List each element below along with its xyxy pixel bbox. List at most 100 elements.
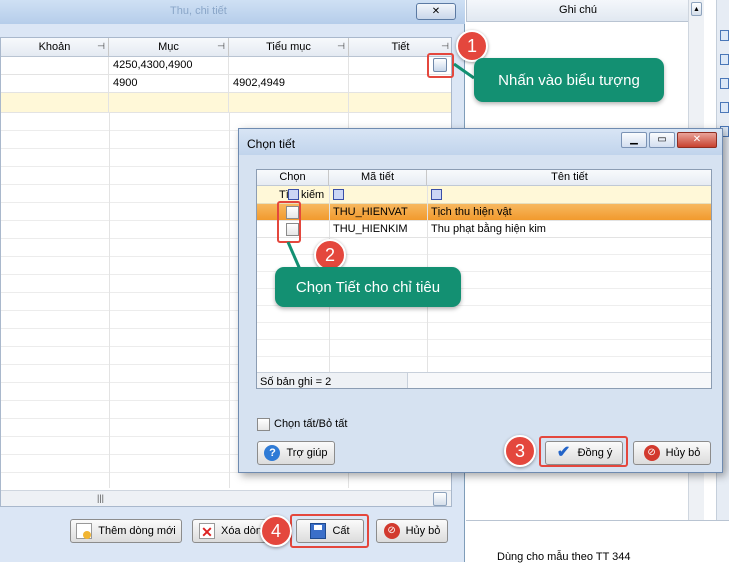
maximize-button[interactable]: ▭	[649, 132, 675, 148]
step1-callout: Nhấn vào biểu tượng	[474, 58, 664, 102]
dialog-cancel-button[interactable]: ⊘ Hủy bỏ	[633, 441, 711, 465]
table-row[interactable]: 4250,4300,4900	[1, 57, 451, 75]
pin-icon[interactable]: ⊣	[337, 41, 345, 52]
step1-text: Nhấn vào biểu tượng	[498, 71, 640, 89]
maximize-icon: ▭	[657, 134, 667, 145]
step2-number: 2	[324, 244, 335, 265]
step1-number: 1	[466, 35, 477, 56]
filter-icon[interactable]	[333, 189, 344, 200]
cell-khoan	[1, 57, 109, 74]
record-count-bar: Số bản ghi = 2	[257, 372, 711, 388]
cell-khoan	[1, 75, 109, 92]
column-header-label: Tên tiết	[551, 171, 588, 183]
minimize-icon: ▁	[630, 134, 638, 145]
scrollbar-grip-icon[interactable]: |||	[97, 493, 104, 503]
column-header-label: Mã tiết	[360, 171, 394, 183]
tiet-code: THU_HIENKIM	[333, 223, 408, 235]
minimize-button[interactable]: ▁	[621, 132, 647, 148]
close-icon: ✕	[692, 134, 702, 145]
select-all-checkbox[interactable]	[257, 418, 270, 431]
dialog-close-button[interactable]: ✕	[677, 132, 717, 148]
notes-footer-text: Dùng cho mẫu theo TT 344	[497, 551, 631, 563]
cell-tieu-muc	[229, 57, 349, 74]
dialog-title: Chọn tiết	[247, 137, 296, 151]
column-header-select[interactable]: Chọn	[257, 170, 329, 185]
step3-badge: 3	[504, 435, 536, 467]
step3-number: 3	[514, 440, 525, 461]
right-edge-checkbox[interactable]	[720, 78, 729, 89]
dialog-cancel-label: Hủy bỏ	[665, 447, 701, 459]
column-header-name[interactable]: Tên tiết	[427, 170, 711, 185]
help-button[interactable]: ? Trợ giúp	[257, 441, 335, 465]
filter-icon[interactable]	[431, 189, 442, 200]
notes-header-label: Ghi chú	[559, 4, 597, 16]
table-row[interactable]: 4900 4902,4949	[1, 75, 451, 93]
close-button[interactable]: ✕	[416, 3, 456, 20]
record-count: Số bản ghi = 2	[260, 376, 332, 388]
right-edge-checkbox[interactable]	[720, 54, 729, 65]
right-edge-checkbox[interactable]	[720, 30, 729, 41]
step3-highlight-box	[539, 436, 628, 467]
step4-highlight-box	[290, 514, 369, 548]
grid-column-lines	[229, 113, 230, 488]
column-header-khoan[interactable]: Khoản ⊣	[1, 38, 109, 56]
help-icon: ?	[264, 445, 281, 461]
column-header-label: Chọn	[279, 171, 306, 183]
pin-icon[interactable]: ⊣	[441, 41, 449, 52]
column-header-muc[interactable]: Mục ⊣	[109, 38, 229, 56]
cell-tieu-muc: 4902,4949	[229, 75, 349, 92]
table-row-new[interactable]	[1, 93, 451, 113]
cancel-label: Hủy bỏ	[405, 525, 441, 537]
scrollbar-button[interactable]	[433, 492, 447, 506]
delete-row-button[interactable]: ✕ Xóa dòng	[192, 519, 270, 543]
tiet-name: Thu phạt bằng hiện kim	[431, 223, 546, 235]
cell-tiet	[349, 93, 451, 112]
cell-tieu-muc	[229, 93, 349, 112]
scroll-up-icon[interactable]: ▲	[691, 2, 702, 16]
pin-icon[interactable]: ⊣	[217, 41, 225, 52]
column-header-code[interactable]: Mã tiết	[329, 170, 427, 185]
step4-badge: 4	[260, 515, 292, 547]
help-label: Trợ giúp	[286, 447, 328, 459]
column-header-label: Mục	[158, 41, 179, 53]
horizontal-scrollbar[interactable]: |||	[1, 490, 451, 506]
step2-highlight-box	[277, 201, 301, 243]
pin-icon[interactable]: ⊣	[97, 41, 105, 52]
tiet-row[interactable]: THU_HIENVAT Tịch thu hiện vật	[257, 204, 711, 221]
step2-callout: Chọn Tiết cho chỉ tiêu	[275, 267, 461, 307]
cell-muc: 4250,4300,4900	[109, 57, 229, 74]
step2-text: Chọn Tiết cho chỉ tiêu	[295, 278, 441, 296]
column-header-tieu-muc[interactable]: Tiểu mục ⊣	[229, 38, 349, 56]
dialog-title-bar: Chọn tiết ▁ ▭ ✕	[239, 129, 722, 155]
step4-number: 4	[270, 520, 281, 541]
cell-muc: 4900	[109, 75, 229, 92]
notes-bottom-area: Dùng cho mẫu theo TT 344	[466, 520, 729, 563]
cell-muc	[109, 93, 229, 112]
filter-icon[interactable]	[288, 189, 299, 200]
add-row-label: Thêm dòng mới	[98, 525, 176, 537]
delete-row-icon: ✕	[199, 523, 215, 540]
add-row-button[interactable]: Thêm dòng mới	[70, 519, 182, 543]
search-row-label: Tìm kiếm	[279, 189, 325, 201]
cell-khoan	[1, 93, 109, 112]
cancel-button[interactable]: ⊘ Hủy bỏ	[376, 519, 448, 543]
record-count-divider	[407, 373, 711, 388]
column-header-label: Tiểu mục	[266, 41, 311, 53]
column-header-label: Khoản	[38, 41, 71, 53]
background-title-bar: Thu, chi tiết ✕	[0, 0, 465, 24]
cancel-icon: ⊘	[383, 523, 400, 539]
tiet-grid-header: Chọn Mã tiết Tên tiết	[257, 170, 711, 186]
select-all-label: Chọn tất/Bỏ tất	[274, 418, 348, 430]
column-header-label: Tiết	[391, 41, 410, 53]
notes-header: Ghi chú	[466, 0, 688, 22]
tiet-row[interactable]: THU_HIENKIM Thu phạt bằng hiện kim	[257, 221, 711, 238]
close-icon: ✕	[431, 6, 441, 17]
background-window-title: Thu, chi tiết	[170, 5, 227, 17]
search-row[interactable]: Tìm kiếm	[257, 186, 711, 204]
add-row-icon	[76, 523, 93, 539]
tiet-code: THU_HIENVAT	[333, 206, 408, 218]
tiet-name: Tịch thu hiện vật	[431, 206, 512, 218]
grid-header: Khoản ⊣ Mục ⊣ Tiểu mục ⊣ Tiết ⊣	[1, 38, 451, 57]
cancel-icon: ⊘	[643, 445, 660, 461]
right-edge-checkbox[interactable]	[720, 102, 729, 113]
